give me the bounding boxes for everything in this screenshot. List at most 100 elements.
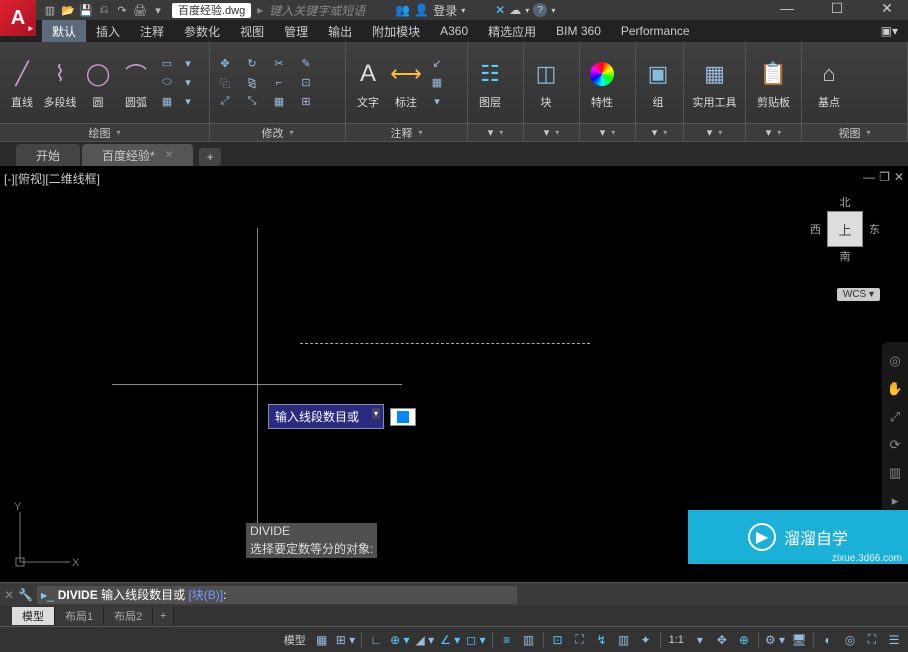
panel-title-modify[interactable]: 修改 — [210, 123, 345, 141]
input-field[interactable] — [390, 408, 416, 426]
rotate-icon[interactable]: ↻ — [241, 55, 263, 73]
panel-title-block[interactable]: ▾ — [524, 123, 579, 141]
vp-max-icon[interactable]: ❐ — [879, 170, 890, 184]
layout-2[interactable]: 布局2 — [104, 607, 153, 625]
arc-button[interactable]: ⌒圆弧 — [118, 56, 154, 110]
dd-icon[interactable]: ✎ — [295, 55, 317, 73]
cycling-toggle[interactable]: ⊡ — [548, 630, 568, 650]
nav-more-icon[interactable]: ▸ — [886, 492, 904, 510]
login-dropdown-icon[interactable]: ▾ — [461, 6, 465, 15]
tab-insert[interactable]: 插入 — [86, 20, 130, 42]
annotation-mon[interactable]: 🖥 — [789, 630, 809, 650]
people-icon[interactable]: 👥 — [395, 3, 410, 17]
polar-toggle[interactable]: ⊕ ▾ — [388, 630, 411, 650]
viewcube[interactable]: 北 南 东 西 上 — [810, 194, 880, 264]
stretch-icon[interactable]: ⤢ — [214, 93, 236, 111]
base-button[interactable]: ⌂基点 — [806, 56, 852, 110]
scale-dd[interactable]: ▾ — [690, 630, 710, 650]
qat-more[interactable]: ▾ — [150, 2, 166, 18]
qat-redo[interactable]: ↷ — [114, 2, 130, 18]
rect-icon[interactable]: ▭ — [156, 55, 178, 73]
leader-icon[interactable]: ↙ — [426, 55, 448, 73]
dyn-ucs[interactable]: ↯ — [592, 630, 612, 650]
dd-icon[interactable]: ▾ — [177, 93, 199, 111]
tab-parametric[interactable]: 参数化 — [174, 20, 230, 42]
dropdown-icon[interactable]: ▾ — [525, 6, 529, 15]
login-link[interactable]: 登录 — [433, 2, 457, 19]
otrack-toggle[interactable]: ◻ ▾ — [464, 630, 487, 650]
panel-title-group[interactable]: ▾ — [636, 123, 683, 141]
tab-output[interactable]: 输出 — [318, 20, 362, 42]
group-button[interactable]: ▣组 — [640, 56, 676, 110]
qat-open[interactable]: 📂 — [60, 2, 76, 18]
grid-toggle[interactable]: ▦ — [312, 630, 332, 650]
cmd-config-icon[interactable]: 🔧 — [18, 588, 33, 602]
dd-icon[interactable]: ▾ — [177, 74, 199, 92]
viewcube-west[interactable]: 西 — [810, 221, 821, 237]
table-icon[interactable]: ▦ — [426, 74, 448, 92]
panel-title-prop[interactable]: ▾ — [580, 123, 635, 141]
panel-title-annot[interactable]: 注释 — [346, 123, 467, 141]
wcs-badge[interactable]: WCS ▾ — [837, 288, 880, 301]
ortho-toggle[interactable]: ∟ — [366, 630, 386, 650]
filename-dropdown-icon[interactable]: ▸ — [257, 3, 263, 17]
3dosnap-toggle[interactable]: ⛶ — [570, 630, 590, 650]
minimize-button[interactable]: — — [772, 0, 802, 17]
isolate-toggle[interactable]: ◎ — [840, 630, 860, 650]
util-button[interactable]: ▦实用工具 — [688, 56, 741, 110]
tab-default[interactable]: 默认 — [42, 20, 86, 42]
panel-title-clip[interactable]: ▾ — [746, 123, 801, 141]
close-icon[interactable]: ✕ — [165, 150, 173, 161]
pan-icon[interactable]: ✋ — [886, 380, 904, 398]
tab-manage[interactable]: 管理 — [274, 20, 318, 42]
osnap-toggle[interactable]: ∠ ▾ — [438, 630, 462, 650]
viewcube-top[interactable]: 上 — [827, 211, 863, 247]
polyline-button[interactable]: ⌇多段线 — [42, 56, 78, 110]
sel-filter[interactable]: ▥ — [614, 630, 634, 650]
vp-close-icon[interactable]: ✕ — [894, 170, 904, 184]
hardware-accel[interactable]: ◐ — [818, 630, 838, 650]
maximize-button[interactable]: ☐ — [822, 0, 852, 17]
copy-icon[interactable]: ⿻ — [214, 74, 236, 92]
block-button[interactable]: ◫块 — [528, 56, 564, 110]
dim-button[interactable]: ⟷标注 — [388, 56, 424, 110]
dd-icon[interactable]: ⊞ — [295, 93, 317, 111]
viewport[interactable]: [-][俯视][二维线框] — ❐ ✕ 北 南 东 西 上 WCS ▾ ◎ ✋ … — [0, 166, 908, 582]
qat-undo[interactable]: ⎌ — [96, 2, 112, 18]
snap-toggle[interactable]: ⊞ ▾ — [334, 630, 357, 650]
text-button[interactable]: A文字 — [350, 56, 386, 110]
tab-performance[interactable]: Performance — [611, 20, 700, 42]
viewcube-east[interactable]: 东 — [869, 221, 880, 237]
zoom-icon[interactable]: ⤢ — [886, 408, 904, 426]
autoscale-toggle[interactable]: ⊕ — [734, 630, 754, 650]
gizmo-toggle[interactable]: ✦ — [636, 630, 656, 650]
workspace-switch[interactable]: ⚙ ▾ — [763, 630, 787, 650]
person-icon[interactable]: 👤 — [414, 3, 429, 17]
tab-start[interactable]: 开始 — [16, 144, 80, 166]
clip-button[interactable]: 📋剪贴板 — [750, 56, 797, 110]
cmd-close-icon[interactable]: ✕ — [4, 588, 14, 602]
cmd-option[interactable]: [块(B)] — [188, 586, 223, 603]
dd-icon[interactable]: ▾ — [426, 93, 448, 111]
status-model[interactable]: 模型 — [280, 632, 310, 648]
prop-button[interactable]: 特性 — [584, 56, 620, 110]
search-input[interactable]: 键入关键字或短语 — [269, 2, 365, 19]
close-button[interactable]: ✕ — [872, 0, 902, 17]
array-icon[interactable]: ▦ — [268, 93, 290, 111]
fillet-icon[interactable]: ⌐ — [268, 74, 290, 92]
tab-addins[interactable]: 附加模块 — [362, 20, 430, 42]
tab-view[interactable]: 视图 — [230, 20, 274, 42]
viewport-label[interactable]: [-][俯视][二维线框] — [4, 170, 100, 187]
command-line[interactable]: ✕ 🔧 ▸_ DIVIDE 输入线段数目或 [块(B)] : — [0, 582, 908, 606]
scale-icon[interactable]: ⤡ — [241, 93, 263, 111]
ellipse-icon[interactable]: ⬭ — [156, 74, 178, 92]
layout-model[interactable]: 模型 — [12, 607, 55, 625]
cloud-icon[interactable]: ☁ — [509, 3, 521, 17]
panel-title-util[interactable]: ▾ — [684, 123, 745, 141]
hatch-icon[interactable]: ▦ — [156, 93, 178, 111]
help-icon[interactable]: ? — [533, 3, 547, 17]
tab-featured[interactable]: 精选应用 — [478, 20, 546, 42]
lw-toggle[interactable]: ≡ — [497, 630, 517, 650]
dynamic-input[interactable]: 输入线段数目或 — [268, 404, 416, 429]
dd-icon[interactable]: ▾ — [177, 55, 199, 73]
